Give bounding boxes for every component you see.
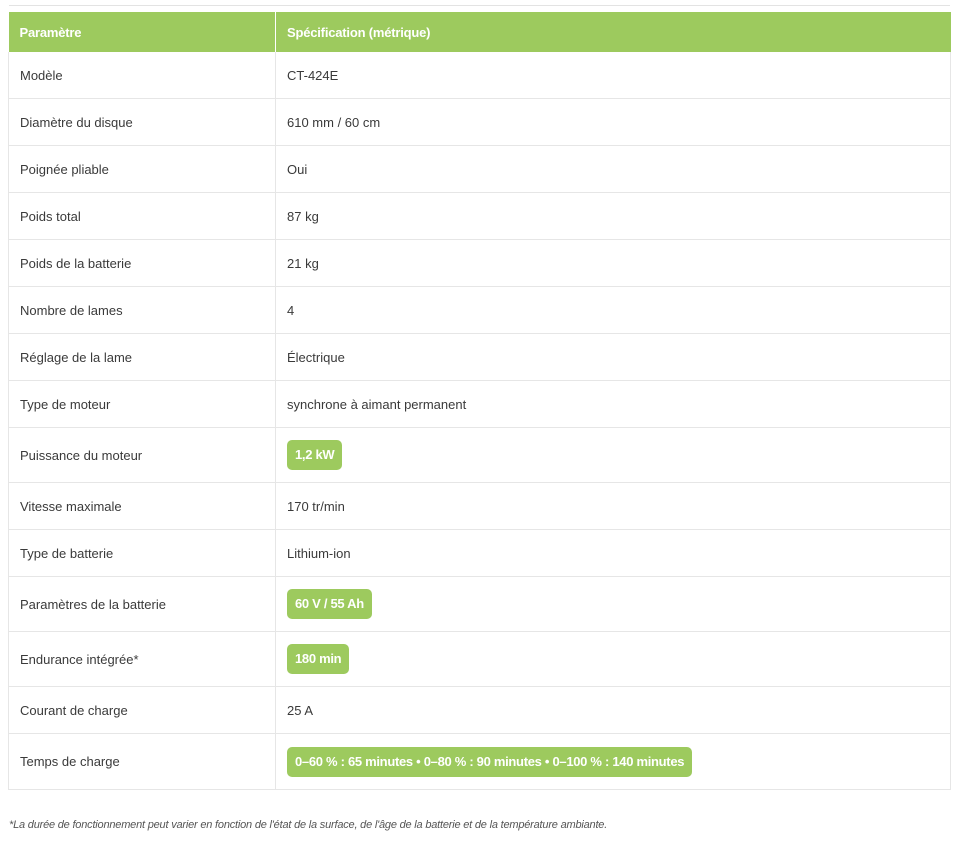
header-param: Paramètre [8, 12, 276, 52]
table-row: Modèle CT-424E [8, 52, 951, 99]
param-cell: Type de batterie [8, 529, 276, 577]
value-cell: 60 V / 55 Ah [275, 576, 951, 632]
param-cell: Modèle [8, 52, 276, 99]
value-cell: 21 kg [275, 239, 951, 287]
value-cell: CT-424E [275, 52, 951, 99]
param-cell: Réglage de la lame [8, 333, 276, 381]
value-cell: 170 tr/min [275, 482, 951, 530]
table-row: Réglage de la lame Électrique [8, 333, 951, 381]
highlight-badge: 0–60 % : 65 minutes • 0–80 % : 90 minute… [287, 746, 693, 777]
spec-table-body: Modèle CT-424E Diamètre du disque 610 mm… [8, 52, 951, 790]
table-row: Diamètre du disque 610 mm / 60 cm [8, 98, 951, 146]
table-row: Type de batterie Lithium-ion [8, 529, 951, 577]
spec-table: Paramètre Spécification (métrique) Modèl… [8, 12, 951, 790]
param-cell: Poignée pliable [8, 145, 276, 193]
param-cell: Paramètres de la batterie [8, 576, 276, 632]
value-cell: 180 min [275, 631, 951, 687]
table-row: Poignée pliable Oui [8, 145, 951, 193]
param-cell: Courant de charge [8, 686, 276, 734]
table-row: Puissance du moteur 1,2 kW [8, 427, 951, 483]
param-cell: Type de moteur [8, 380, 276, 428]
footnote: *La durée de fonctionnement peut varier … [9, 819, 608, 831]
value-cell: 610 mm / 60 cm [275, 98, 951, 146]
table-row: Type de moteur synchrone à aimant perman… [8, 380, 951, 428]
table-row: Temps de charge 0–60 % : 65 minutes • 0–… [8, 733, 951, 790]
table-row: Nombre de lames 4 [8, 286, 951, 334]
param-cell: Puissance du moteur [8, 427, 276, 483]
highlight-badge: 60 V / 55 Ah [287, 589, 372, 619]
table-row: Endurance intégrée* 180 min [8, 631, 951, 687]
highlight-badge: 1,2 kW [287, 440, 343, 470]
param-cell: Temps de charge [8, 733, 276, 790]
table-row: Vitesse maximale 170 tr/min [8, 482, 951, 530]
table-row: Poids total 87 kg [8, 192, 951, 240]
value-cell: 4 [275, 286, 951, 334]
value-cell: Oui [275, 145, 951, 193]
top-divider [9, 5, 950, 6]
param-cell: Endurance intégrée* [8, 631, 276, 687]
table-row: Poids de la batterie 21 kg [8, 239, 951, 287]
header-value: Spécification (métrique) [275, 12, 951, 52]
param-cell: Poids de la batterie [8, 239, 276, 287]
value-cell: 87 kg [275, 192, 951, 240]
param-cell: Nombre de lames [8, 286, 276, 334]
value-cell: synchrone à aimant permanent [275, 380, 951, 428]
spec-table-header: Paramètre Spécification (métrique) [8, 12, 951, 52]
value-cell: 1,2 kW [275, 427, 951, 483]
value-cell: Lithium-ion [275, 529, 951, 577]
table-row: Paramètres de la batterie 60 V / 55 Ah [8, 576, 951, 632]
value-cell: Électrique [275, 333, 951, 381]
table-row: Courant de charge 25 A [8, 686, 951, 734]
param-cell: Poids total [8, 192, 276, 240]
value-cell: 25 A [275, 686, 951, 734]
header-row: Paramètre Spécification (métrique) [8, 12, 951, 52]
param-cell: Diamètre du disque [8, 98, 276, 146]
value-cell: 0–60 % : 65 minutes • 0–80 % : 90 minute… [275, 733, 951, 790]
highlight-badge: 180 min [287, 644, 350, 674]
param-cell: Vitesse maximale [8, 482, 276, 530]
